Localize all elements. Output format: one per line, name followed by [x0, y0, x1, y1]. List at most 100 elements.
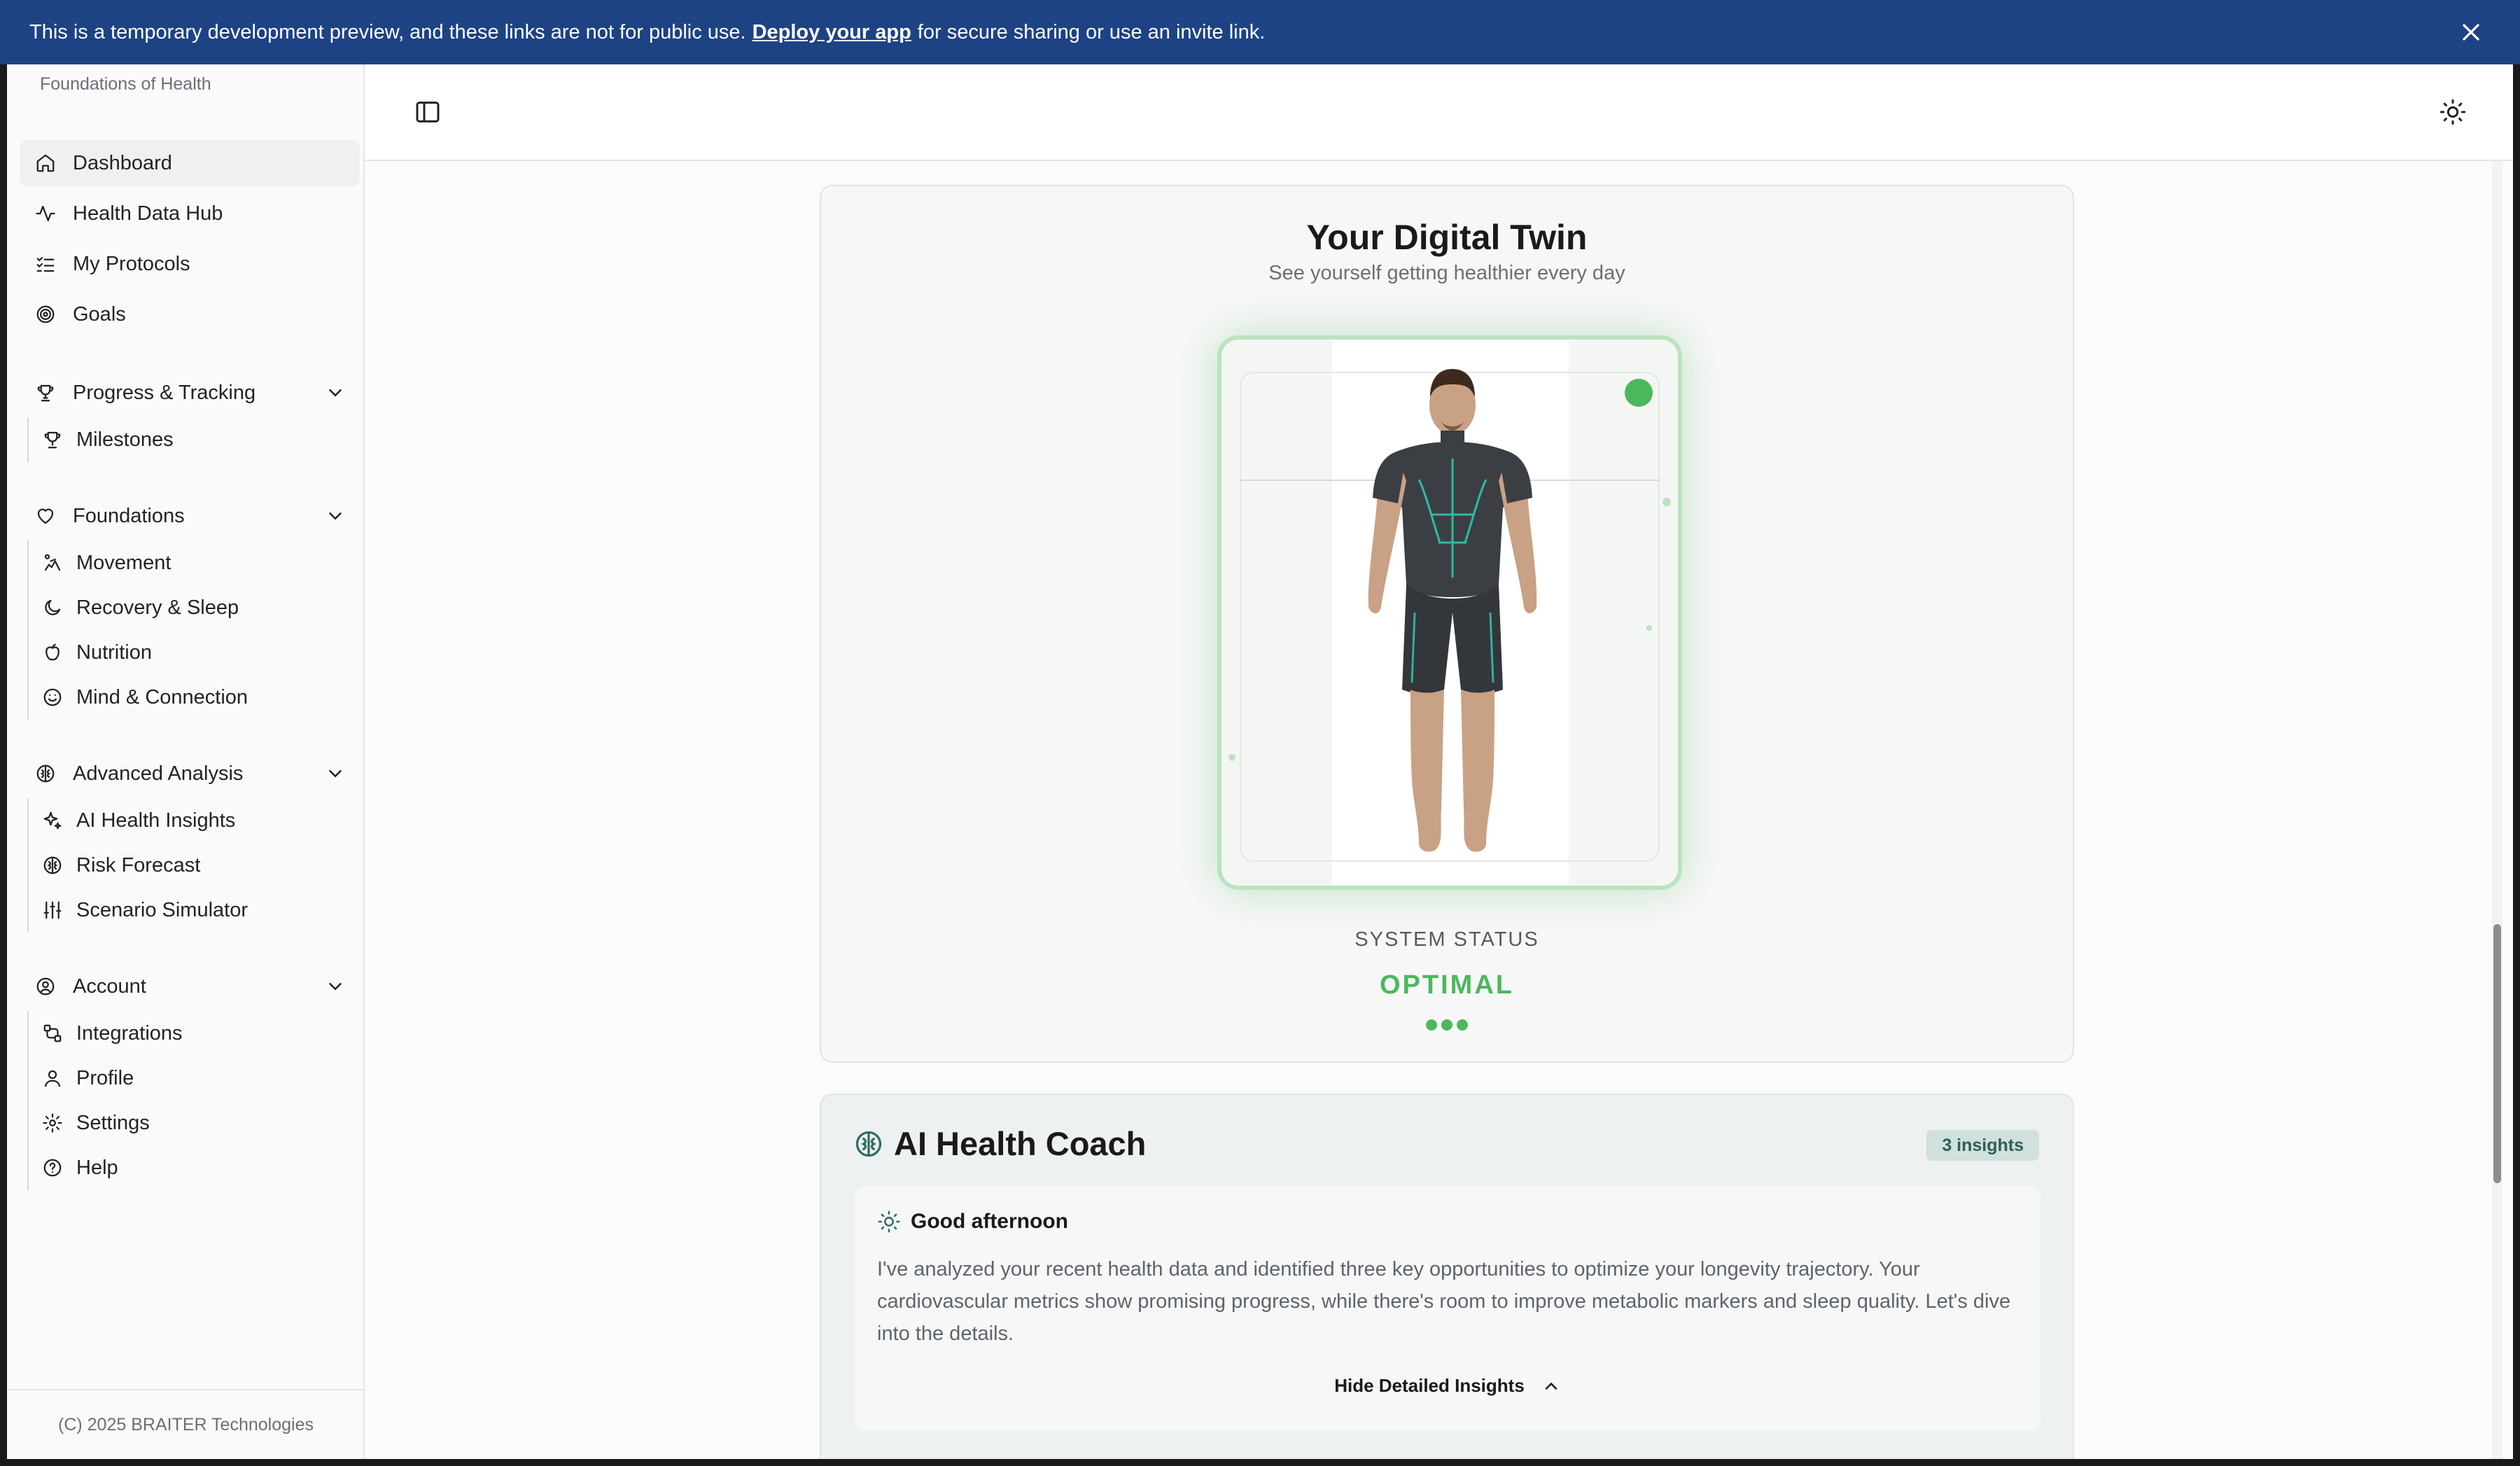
sidebar-item-ai-health-insights[interactable]: AI Health Insights [29, 798, 368, 843]
ai-health-coach-title: AI Health Coach [894, 1125, 1147, 1162]
heart-icon [34, 504, 57, 528]
brain-icon [34, 762, 57, 786]
sidebar-item-label: My Protocols [73, 252, 190, 275]
sidebar-item-profile[interactable]: Profile [29, 1056, 368, 1101]
sidebar-item-integrations[interactable]: Integrations [29, 1011, 368, 1056]
system-status-value: OPTIMAL [1380, 970, 1514, 1000]
sidebar-item-label: AI Health Insights [76, 809, 236, 832]
sidebar-toggle-icon[interactable] [414, 98, 442, 126]
preview-banner: This is a temporary development preview,… [0, 0, 2520, 64]
help-circle-icon [41, 1157, 64, 1179]
group-label: Foundations [73, 504, 185, 527]
sidebar-item-dashboard[interactable]: Dashboard [20, 140, 360, 186]
sun-icon [878, 1210, 900, 1233]
sidebar-item-my-protocols[interactable]: My Protocols [20, 241, 360, 287]
group-progress-tracking-items: Milestones [27, 417, 368, 462]
group-advanced-analysis[interactable]: Advanced Analysis [20, 751, 360, 797]
sidebar-item-scenario-simulator[interactable]: Scenario Simulator [29, 888, 368, 933]
chevron-down-icon [329, 512, 342, 520]
main-content: Your Digital Twin See yourself getting h… [365, 161, 2502, 1459]
top-bar [365, 64, 2513, 161]
sliders-icon [41, 899, 64, 921]
marker-dot [1646, 625, 1652, 631]
coach-message-panel: Good afternoon I've analyzed your recent… [855, 1186, 2040, 1431]
group-label: Advanced Analysis [73, 762, 244, 785]
sidebar-item-label: Goals [73, 302, 126, 326]
group-account[interactable]: Account [20, 963, 360, 1010]
hide-detailed-insights-button[interactable]: Hide Detailed Insights [855, 1375, 2040, 1397]
window-frame: This is a temporary development preview,… [0, 0, 2520, 1466]
group-advanced-analysis-items: AI Health Insights Risk Forecast Scenari… [27, 798, 368, 933]
activity-icon [34, 202, 57, 225]
digital-twin-card: Your Digital Twin See yourself getting h… [820, 185, 2074, 1063]
status-dot [1441, 1019, 1452, 1031]
hide-insights-label: Hide Detailed Insights [1334, 1375, 1525, 1396]
insights-count-badge: 3 insights [1926, 1130, 2039, 1161]
group-foundations[interactable]: Foundations [20, 493, 360, 539]
trophy-icon [41, 428, 64, 451]
chevron-down-icon [329, 983, 342, 991]
sparkles-icon [41, 809, 64, 832]
smile-icon [41, 686, 64, 708]
brain-icon [41, 854, 64, 877]
apple-icon [41, 641, 64, 664]
digital-twin-title: Your Digital Twin [1306, 218, 1588, 257]
main-scrollbar[interactable] [2492, 161, 2502, 1459]
deploy-app-link[interactable]: Deploy your app [752, 21, 911, 44]
banner-text: This is a temporary development preview,… [29, 20, 746, 43]
group-progress-tracking[interactable]: Progress & Tracking [20, 370, 360, 416]
greeting-text: Good afternoon [911, 1210, 1068, 1233]
status-dot [1426, 1019, 1437, 1031]
sun-icon[interactable] [2439, 98, 2467, 126]
sidebar-item-label: Dashboard [73, 151, 172, 174]
sidebar-item-risk-forecast[interactable]: Risk Forecast [29, 843, 368, 888]
sidebar-item-health-data-hub[interactable]: Health Data Hub [20, 190, 360, 237]
digital-twin-subtitle: See yourself getting healthier every day [1268, 262, 1625, 284]
sidebar-item-label: Health Data Hub [73, 202, 223, 225]
group-label: Progress & Tracking [73, 381, 256, 404]
coach-message-text: I've analyzed your recent health data an… [877, 1258, 2011, 1345]
status-indicator-dot [1625, 379, 1653, 407]
gear-icon [41, 1112, 64, 1134]
home-icon [34, 151, 57, 175]
sidebar: Foundations of Health Dashboard Health D… [7, 64, 365, 1459]
marker-dot [1228, 754, 1236, 761]
app-shell: Foundations of Health Dashboard Health D… [7, 64, 2513, 1459]
system-status-label: SYSTEM STATUS [1354, 928, 1539, 951]
sidebar-item-label: Integrations [76, 1021, 183, 1045]
sidebar-item-goals[interactable]: Goals [20, 291, 360, 337]
sidebar-item-label: Help [76, 1156, 118, 1179]
workflow-icon [41, 1022, 64, 1045]
sidebar-item-settings[interactable]: Settings [29, 1101, 368, 1145]
sidebar-item-label: Settings [76, 1111, 150, 1134]
chevron-down-icon [329, 389, 342, 397]
sidebar-item-label: Movement [76, 551, 172, 574]
sidebar-item-label: Milestones [76, 428, 174, 451]
sidebar-item-movement[interactable]: Movement [29, 540, 368, 585]
sidebar-item-milestones[interactable]: Milestones [29, 417, 368, 462]
sidebar-item-label: Nutrition [76, 641, 152, 664]
chevron-up-icon [1545, 1382, 1558, 1390]
trophy-icon [34, 381, 57, 405]
sidebar-item-help[interactable]: Help [29, 1145, 368, 1190]
sidebar-item-nutrition[interactable]: Nutrition [29, 630, 368, 675]
sidebar-item-mind-connection[interactable]: Mind & Connection [29, 675, 368, 720]
user-icon [41, 1067, 64, 1089]
brain-icon [855, 1131, 882, 1157]
scrollbar-thumb[interactable] [2493, 924, 2501, 1183]
ai-health-coach-card: AI Health Coach 3 insights Good afternoo… [820, 1094, 2074, 1459]
sidebar-item-recovery-sleep[interactable]: Recovery & Sleep [29, 585, 368, 630]
movement-icon [41, 552, 64, 574]
brand-subtitle: Foundations of Health [40, 74, 211, 94]
close-icon[interactable] [2457, 18, 2485, 46]
status-dot [1457, 1019, 1468, 1031]
group-label: Account [73, 975, 146, 998]
group-account-items: Integrations Profile Settings Help [27, 1011, 368, 1190]
target-icon [34, 302, 57, 326]
list-checks-icon [34, 252, 57, 276]
moon-icon [41, 596, 64, 619]
sidebar-footer: (C) 2025 BRAITER Technologies [7, 1389, 365, 1459]
chevron-down-icon [329, 770, 342, 778]
sidebar-item-label: Profile [76, 1066, 134, 1089]
digital-twin-viewer[interactable] [1217, 335, 1682, 890]
